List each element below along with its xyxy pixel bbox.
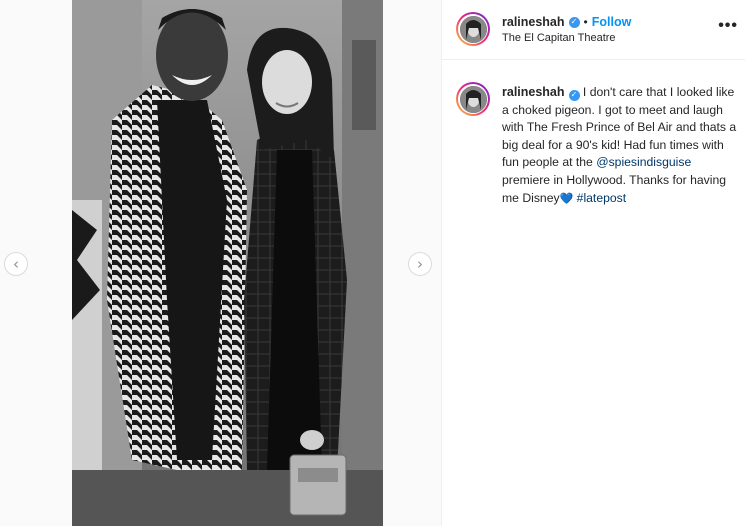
avatar[interactable] bbox=[456, 12, 490, 46]
verified-glyph: ✓ bbox=[570, 90, 578, 99]
chevron-left-icon[interactable]: ‹ bbox=[4, 252, 28, 276]
mention-link[interactable]: @spiesindisguise bbox=[596, 155, 691, 169]
verified-glyph: ✓ bbox=[570, 17, 578, 26]
avatar-image bbox=[459, 85, 487, 113]
hashtag-link[interactable]: #latepost bbox=[577, 191, 626, 205]
header-user-line: ralineshah ✓ • Follow bbox=[502, 15, 631, 29]
blue-heart-emoji: 💙 bbox=[559, 192, 574, 205]
photo-viewer: ‹ › bbox=[0, 0, 441, 526]
verified-badge-icon: ✓ bbox=[568, 16, 580, 28]
avatar-image bbox=[459, 15, 487, 43]
chevron-right-icon[interactable]: › bbox=[408, 252, 432, 276]
post-caption: ralineshah ✓ I don't care that I looked l… bbox=[502, 84, 738, 208]
caption-avatar[interactable] bbox=[456, 82, 490, 116]
photo-illustration bbox=[72, 0, 383, 526]
next-glyph: › bbox=[417, 254, 423, 273]
username-link[interactable]: ralineshah bbox=[502, 15, 565, 29]
prev-glyph: ‹ bbox=[13, 254, 19, 273]
follow-button[interactable]: Follow bbox=[592, 15, 632, 29]
post-sidebar: ralineshah ✓ • Follow The El Capitan The… bbox=[441, 0, 745, 526]
location-link[interactable]: The El Capitan Theatre bbox=[502, 32, 616, 44]
verified-badge-icon: ✓ bbox=[568, 89, 580, 101]
caption-username-link[interactable]: ralineshah bbox=[502, 85, 565, 99]
post-header: ralineshah ✓ • Follow The El Capitan The… bbox=[442, 0, 745, 60]
post-photo[interactable] bbox=[72, 0, 383, 526]
more-options-icon[interactable]: ••• bbox=[718, 18, 738, 34]
separator: • bbox=[583, 15, 588, 29]
